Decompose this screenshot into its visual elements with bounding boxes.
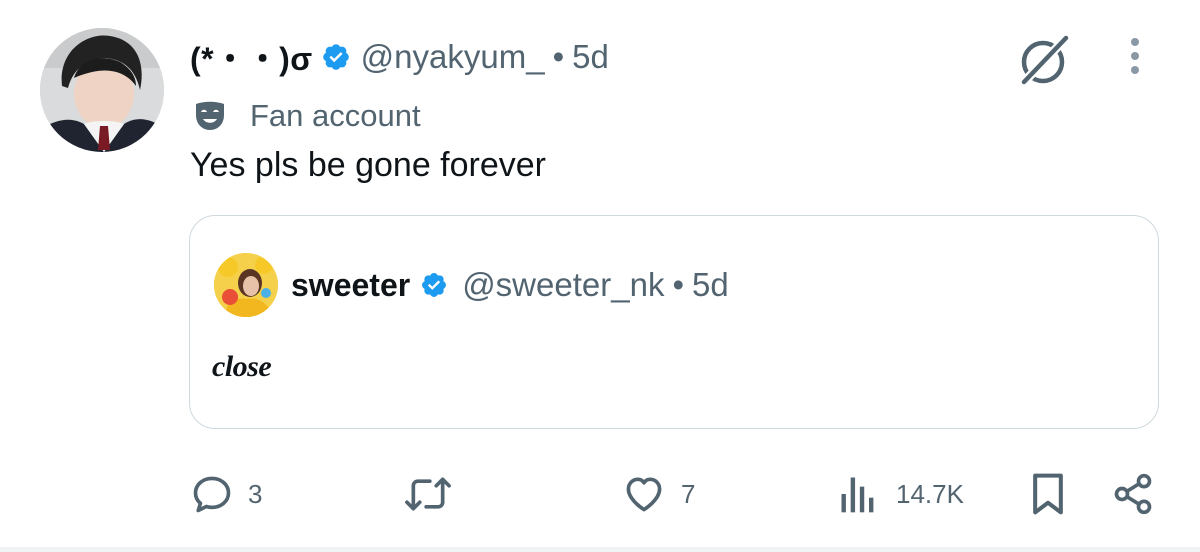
account-label-text: Fan account <box>250 98 421 133</box>
views-count: 14.7K <box>896 478 964 509</box>
views-button[interactable]: 14.7K <box>838 466 964 522</box>
author-display-name[interactable]: (*・・)σ <box>190 34 313 80</box>
separator-dot: • <box>552 38 565 75</box>
share-icon <box>1114 473 1152 515</box>
quote-author-display-name[interactable]: sweeter <box>291 267 410 304</box>
tweet-action-bar: 3 7 14.7K <box>0 466 1200 522</box>
quote-author-handle[interactable]: @sweeter_nk <box>462 266 664 304</box>
views-icon <box>841 477 874 513</box>
heart-icon <box>626 477 662 512</box>
quote-author-avatar[interactable] <box>214 253 278 317</box>
quote-timestamp[interactable]: 5d <box>692 266 729 304</box>
tweet-timestamp[interactable]: 5d <box>572 38 609 76</box>
tweet-header: (*・・)σ @nyakyum_ • 5d <box>190 32 609 82</box>
quote-text: close <box>212 350 272 383</box>
verified-badge-icon <box>422 273 447 297</box>
verified-badge-icon <box>322 44 349 70</box>
like-count: 7 <box>681 478 696 509</box>
separator-dot: • <box>672 266 685 303</box>
bookmark-button[interactable] <box>1030 466 1066 522</box>
bookmark-icon <box>1033 473 1063 515</box>
account-label[interactable]: Fan account <box>194 96 421 136</box>
quote-header: sweeter @sweeter_nk • 5d <box>291 264 729 306</box>
mask-icon <box>196 101 224 130</box>
reply-icon <box>193 476 231 513</box>
share-button[interactable] <box>1110 466 1156 522</box>
more-options-icon[interactable] <box>1124 36 1146 78</box>
divider <box>0 547 1200 552</box>
author-handle[interactable]: @nyakyum_ <box>361 38 545 76</box>
retweet-icon <box>405 477 451 511</box>
quoted-tweet-card[interactable]: sweeter @sweeter_nk • 5d close <box>189 215 1159 429</box>
like-button[interactable]: 7 <box>621 466 695 522</box>
retweet-button[interactable] <box>402 466 468 522</box>
author-avatar[interactable] <box>40 28 164 152</box>
reply-count: 3 <box>248 478 263 509</box>
grok-icon[interactable] <box>1016 32 1074 86</box>
tweet-text: Yes pls be gone forever <box>190 146 546 184</box>
reply-button[interactable]: 3 <box>190 466 262 522</box>
